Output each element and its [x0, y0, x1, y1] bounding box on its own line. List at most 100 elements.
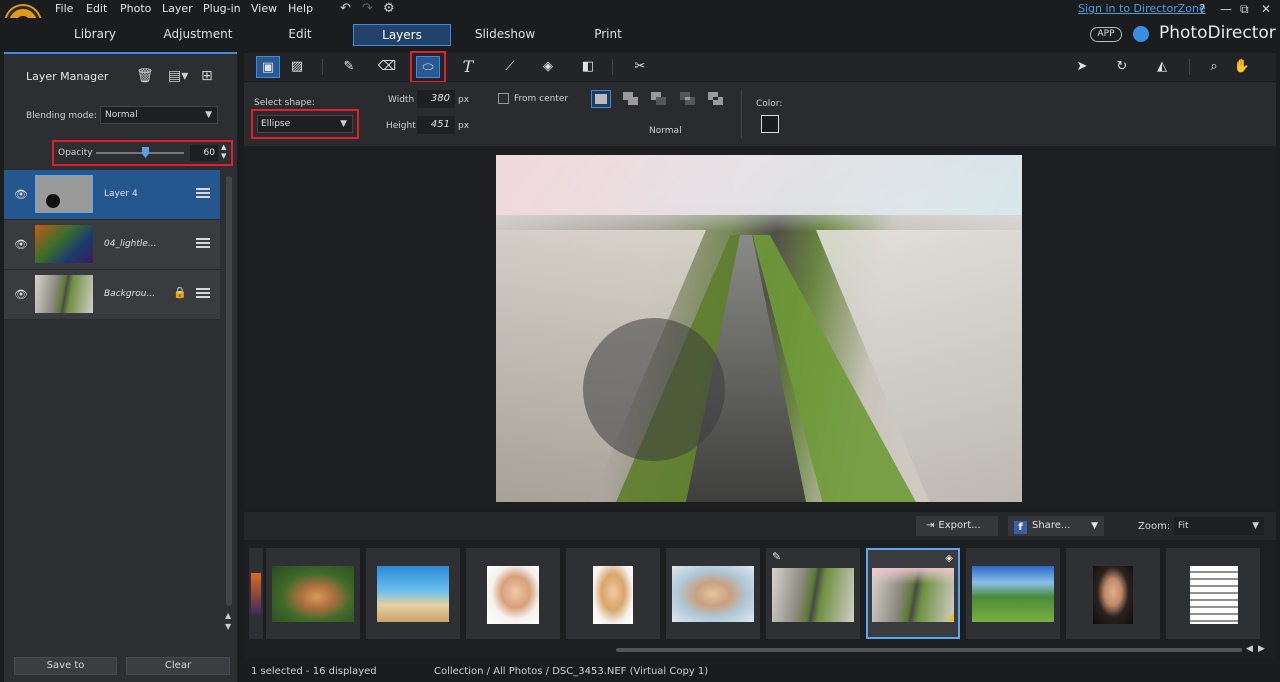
visibility-eye-icon[interactable]: 👁: [14, 288, 28, 301]
menu-edit[interactable]: Edit: [86, 2, 107, 15]
photo-layer-tool-icon[interactable]: ▨: [285, 56, 309, 78]
layers-stack-icon: ◈: [945, 553, 953, 564]
facebook-icon: f: [1014, 521, 1027, 534]
ellipse-shape-tool-icon[interactable]: ⬭: [416, 56, 440, 78]
layer-name[interactable]: 04_lightle...: [104, 239, 157, 249]
zoom-magnifier-icon[interactable]: ⌕: [1202, 56, 1226, 78]
layer-settings-icon[interactable]: [196, 186, 210, 200]
gradient-tool-icon[interactable]: ◧: [576, 56, 600, 78]
scroll-down-icon[interactable]: ▼: [225, 622, 231, 631]
mode-new-shape-icon[interactable]: [591, 90, 611, 108]
height-label: Height: [386, 121, 416, 131]
tab-print[interactable]: Print: [568, 24, 648, 46]
list-item[interactable]: [566, 548, 660, 639]
select-arrow-icon[interactable]: ➤: [1070, 56, 1094, 78]
line-tool-icon[interactable]: ⟋: [498, 56, 522, 78]
list-item-selected[interactable]: ◈: [866, 548, 960, 639]
sign-in-link[interactable]: Sign in to DirectorZone: [1078, 2, 1206, 15]
from-center-checkbox[interactable]: [498, 93, 509, 104]
layer-row[interactable]: 👁 Layer 4: [4, 170, 220, 220]
notification-bell-icon[interactable]: [1133, 26, 1149, 42]
layer-row[interactable]: 👁 04_lightle...: [4, 220, 220, 270]
menu-file[interactable]: File: [55, 2, 73, 15]
list-item[interactable]: [266, 548, 360, 639]
list-item[interactable]: [966, 548, 1060, 639]
list-item[interactable]: [1166, 548, 1260, 639]
menu-plugin[interactable]: Plug-in: [203, 2, 241, 15]
save-to-button[interactable]: Save to: [14, 657, 117, 675]
tab-slideshow[interactable]: Slideshow: [465, 24, 545, 46]
visibility-eye-icon[interactable]: 👁: [14, 238, 28, 251]
list-item[interactable]: [666, 548, 760, 639]
opacity-stepper[interactable]: ▲ ▼: [221, 143, 226, 161]
layer-list-scrollbar[interactable]: [226, 176, 232, 606]
canvas-area[interactable]: [244, 146, 1276, 508]
tab-edit[interactable]: Edit: [260, 24, 340, 46]
undo-icon[interactable]: ↶: [340, 1, 351, 16]
scroll-up-icon[interactable]: ▲: [225, 611, 231, 620]
opacity-slider[interactable]: [96, 152, 184, 154]
list-item[interactable]: [366, 548, 460, 639]
width-input[interactable]: 380: [417, 90, 455, 108]
layer-row[interactable]: 👁 Backgrou... 🔒: [4, 270, 220, 320]
menu-view[interactable]: View: [251, 2, 277, 15]
list-item[interactable]: [1066, 548, 1160, 639]
redo-icon[interactable]: ↷: [362, 1, 373, 16]
help-button[interactable]: ?: [1199, 2, 1205, 16]
list-item[interactable]: [249, 548, 263, 639]
rotate-icon[interactable]: ↻: [1110, 56, 1134, 78]
visibility-eye-icon[interactable]: 👁: [14, 188, 28, 201]
scroll-right-icon[interactable]: ▶: [1258, 644, 1265, 654]
restore-button[interactable]: ⧉: [1240, 2, 1249, 17]
menu-bar: File Edit Photo Layer Plug-in View Help …: [0, 0, 1280, 18]
clear-button[interactable]: Clear: [126, 657, 230, 675]
filmstrip-toolbar: ⇥ Export... f Share... ▼ Zoom: Fit ▼: [244, 512, 1276, 540]
shape-select[interactable]: Ellipse ▼: [257, 115, 353, 133]
close-button[interactable]: ✕: [1261, 2, 1271, 16]
delete-layer-icon[interactable]: 🗑: [136, 68, 154, 84]
layer-name[interactable]: Backgrou...: [104, 289, 155, 299]
layer-name[interactable]: Layer 4: [104, 189, 138, 199]
photo-canvas[interactable]: [496, 155, 1022, 502]
export-button[interactable]: ⇥ Export...: [916, 516, 998, 536]
height-input[interactable]: 451: [417, 116, 455, 134]
tab-library[interactable]: Library: [55, 24, 135, 46]
width-unit: px: [458, 95, 470, 105]
list-item[interactable]: ✎: [766, 548, 860, 639]
opacity-slider-thumb[interactable]: [142, 147, 149, 158]
mode-add-icon[interactable]: [621, 90, 641, 108]
tab-layers[interactable]: Layers: [353, 24, 451, 46]
share-button[interactable]: f Share... ▼: [1008, 516, 1104, 536]
layer-menu-icon[interactable]: ▤▾: [168, 68, 188, 84]
text-tool-icon[interactable]: T: [456, 56, 480, 78]
list-item[interactable]: [466, 548, 560, 639]
ellipse-shape-layer[interactable]: [583, 318, 725, 461]
blending-mode-select[interactable]: Normal ▼: [100, 106, 218, 124]
layer-settings-icon[interactable]: [196, 286, 210, 300]
flip-icon[interactable]: ◭: [1150, 56, 1174, 78]
brush-tool-icon[interactable]: ✎: [337, 56, 361, 78]
opacity-input[interactable]: 60: [190, 145, 218, 161]
layer-settings-icon[interactable]: [196, 236, 210, 250]
zoom-select[interactable]: Fit ▼: [1174, 517, 1264, 535]
app-badge[interactable]: APP: [1090, 27, 1122, 42]
fill-bucket-icon[interactable]: ◈: [536, 56, 560, 78]
add-layer-icon[interactable]: ⊞: [201, 68, 213, 84]
color-swatch[interactable]: [761, 115, 779, 133]
transform-tool-icon[interactable]: ✂: [628, 56, 652, 78]
filmstrip-scrollbar[interactable]: [616, 648, 1242, 652]
shape-select-highlight: Ellipse ▼: [251, 109, 359, 139]
menu-layer[interactable]: Layer: [162, 2, 193, 15]
mode-subtract-icon[interactable]: [649, 90, 669, 108]
image-layer-tool-icon[interactable]: ▣: [256, 56, 280, 78]
menu-help[interactable]: Help: [288, 2, 313, 15]
scroll-left-icon[interactable]: ◀: [1246, 644, 1253, 654]
minimize-button[interactable]: —: [1220, 2, 1232, 16]
mode-intersect-icon[interactable]: [678, 90, 698, 108]
tab-adjustment[interactable]: Adjustment: [158, 24, 238, 46]
eraser-tool-icon[interactable]: ⌫: [375, 56, 399, 78]
pan-hand-icon[interactable]: ✋: [1230, 56, 1254, 78]
mode-exclude-icon[interactable]: [706, 90, 726, 108]
menu-photo[interactable]: Photo: [120, 2, 151, 15]
settings-gear-icon[interactable]: ⚙: [383, 1, 395, 16]
